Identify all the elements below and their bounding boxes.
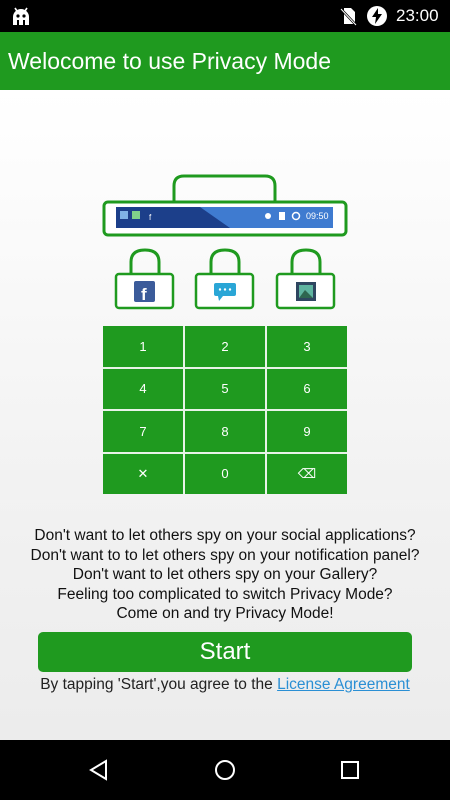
recents-icon[interactable] xyxy=(338,758,362,782)
key-2[interactable]: 2 xyxy=(185,326,265,367)
mini-status-time: 09:50 xyxy=(306,211,329,221)
intro-message: Don't want to let others spy on your soc… xyxy=(0,526,450,624)
key-5[interactable]: 5 xyxy=(185,368,265,409)
key-6[interactable]: 6 xyxy=(267,368,347,409)
messaging-lock xyxy=(194,248,255,310)
no-sim-icon xyxy=(340,8,357,26)
facebook-lock: f xyxy=(114,248,175,310)
app-bar: Welocome to use Privacy Mode xyxy=(0,32,450,90)
gallery-lock xyxy=(275,248,336,310)
back-icon[interactable] xyxy=(87,758,111,782)
key-0[interactable]: 0 xyxy=(185,453,265,494)
key-4[interactable]: 4 xyxy=(103,368,183,409)
key-clear[interactable]: ✕ xyxy=(103,453,183,494)
key-3[interactable]: 3 xyxy=(267,326,347,367)
home-icon[interactable] xyxy=(213,758,237,782)
message-line: Don't want to let others spy on your Gal… xyxy=(72,566,378,583)
key-backspace[interactable]: ⌫ xyxy=(267,453,347,494)
key-8[interactable]: 8 xyxy=(185,411,265,452)
key-7[interactable]: 7 xyxy=(103,411,183,452)
page-title: Welocome to use Privacy Mode xyxy=(8,48,331,74)
start-button[interactable]: Start xyxy=(38,632,412,672)
svg-text:f: f xyxy=(141,285,147,304)
android-icon xyxy=(13,7,29,25)
status-time: 23:00 xyxy=(396,6,439,25)
status-bar: 23:00 xyxy=(0,0,450,32)
message-line: Don't want to to let others spy on your … xyxy=(30,546,420,564)
content-area: f 09:50 f 1 2 3 4 5 6 7 8 9 ✕ 0 ⌫ Don't … xyxy=(0,90,450,740)
pin-keypad: 1 2 3 4 5 6 7 8 9 ✕ 0 ⌫ xyxy=(103,326,347,494)
navigation-bar xyxy=(0,740,450,800)
key-1[interactable]: 1 xyxy=(103,326,183,367)
key-9[interactable]: 9 xyxy=(267,411,347,452)
license-agreement-link[interactable]: License Agreement xyxy=(277,676,410,693)
agreement-text: By tapping 'Start',you agree to the Lice… xyxy=(0,676,450,694)
message-line: Don't want to let others spy on your soc… xyxy=(34,527,416,544)
notification-lock-illustration: f xyxy=(102,174,348,237)
message-line: Come on and try Privacy Mode! xyxy=(116,605,334,622)
message-line: Feeling too complicated to switch Privac… xyxy=(57,585,393,603)
battery-charging-icon xyxy=(367,6,387,26)
agreement-prefix: By tapping 'Start',you agree to the xyxy=(40,676,278,693)
